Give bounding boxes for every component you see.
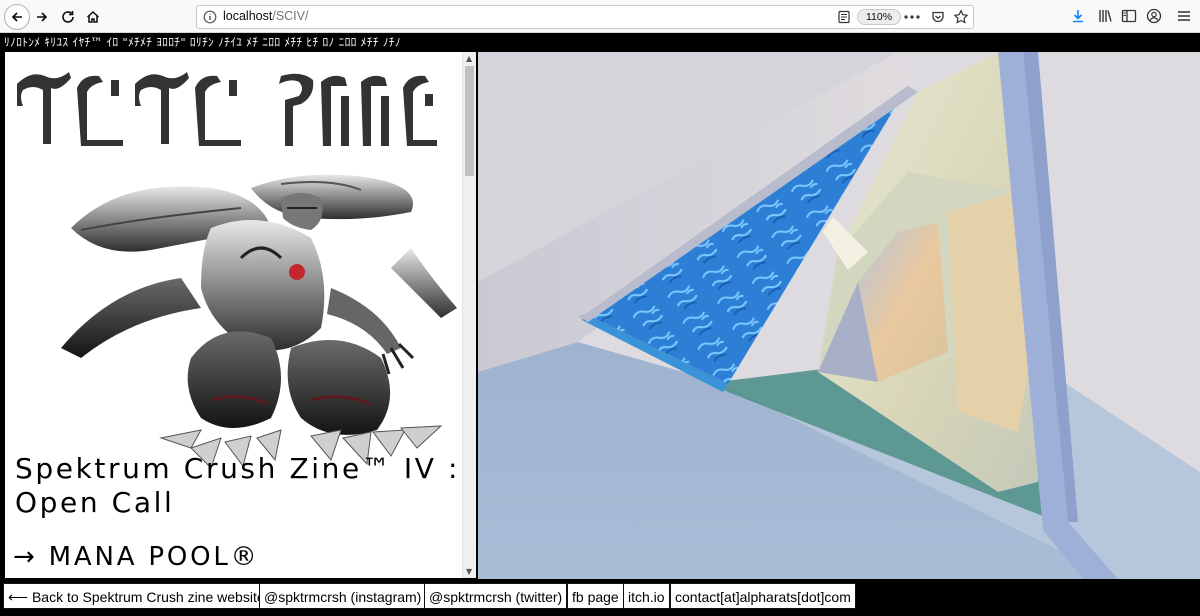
arrow-left-icon <box>11 12 22 22</box>
reload-button[interactable] <box>54 3 82 31</box>
mana-pool-logo <box>17 72 437 146</box>
contact-email-link[interactable]: contact[at]alpharats[dot]com <box>670 583 856 609</box>
home-button[interactable] <box>79 3 107 31</box>
arrow-right-icon <box>37 12 48 22</box>
sidebar-icon[interactable] <box>1121 8 1137 24</box>
download-icon[interactable] <box>1070 8 1086 24</box>
instagram-link[interactable]: @spktrmcrsh (instagram) <box>259 583 427 609</box>
left-content-pane: Spektrum Crush Zine™ IV : Open Call → MA… <box>5 52 476 578</box>
url-bar[interactable]: localhost/SCIV/ 110% <box>196 5 974 29</box>
twitter-link[interactable]: @spktrmcrsh (twitter) <box>424 583 568 609</box>
forward-button[interactable] <box>28 3 56 31</box>
zoom-level-badge[interactable]: 110% <box>857 9 902 25</box>
top-banner-text: ﾘﾉﾛﾄﾝﾒ ｷﾘﾕｽ ｲﾔﾁ™ ｲﾛ "ﾒﾁﾒﾁ ﾖﾛﾛﾁ" ﾛﾘﾁﾝ ﾉﾁｲ… <box>0 33 1200 51</box>
library-icon[interactable] <box>1097 8 1113 24</box>
reader-view-icon[interactable] <box>837 10 851 24</box>
url-host: localhost <box>223 9 273 23</box>
back-to-zine-link[interactable]: ⟵ Back to Spektrum Crush zine website <box>3 583 270 609</box>
reload-icon <box>62 11 74 23</box>
creature-render-image <box>61 174 457 469</box>
info-icon[interactable] <box>203 10 217 24</box>
url-path: /SCIV/ <box>272 9 309 23</box>
mana-pool-link[interactable]: → MANA POOL® <box>13 542 259 572</box>
3d-scene-viewport[interactable] <box>478 52 1200 579</box>
bottom-link-bar: ⟵ Back to Spektrum Crush zine website @s… <box>0 580 1200 616</box>
scrollbar-thumb[interactable] <box>465 66 474 176</box>
fb-page-link[interactable]: fb page <box>567 583 624 609</box>
browser-toolbar: localhost/SCIV/ 110% <box>0 0 1200 33</box>
itch-io-link[interactable]: itch.io <box>623 583 670 609</box>
back-button[interactable] <box>4 4 30 30</box>
left-pane-scrollbar[interactable]: ▲ ▼ <box>462 52 476 578</box>
url-text[interactable]: localhost/SCIV/ <box>223 9 308 23</box>
account-icon[interactable] <box>1146 8 1162 24</box>
menu-icon[interactable] <box>1176 8 1192 24</box>
more-actions-icon[interactable] <box>903 9 921 25</box>
zine-title: Spektrum Crush Zine™ IV : Open Call <box>15 452 461 519</box>
bookmark-star-icon[interactable] <box>953 9 969 25</box>
scroll-up-arrow-icon[interactable]: ▲ <box>466 54 472 63</box>
scroll-down-arrow-icon[interactable]: ▼ <box>466 567 472 576</box>
home-icon <box>86 10 100 23</box>
pocket-icon[interactable] <box>931 10 945 24</box>
